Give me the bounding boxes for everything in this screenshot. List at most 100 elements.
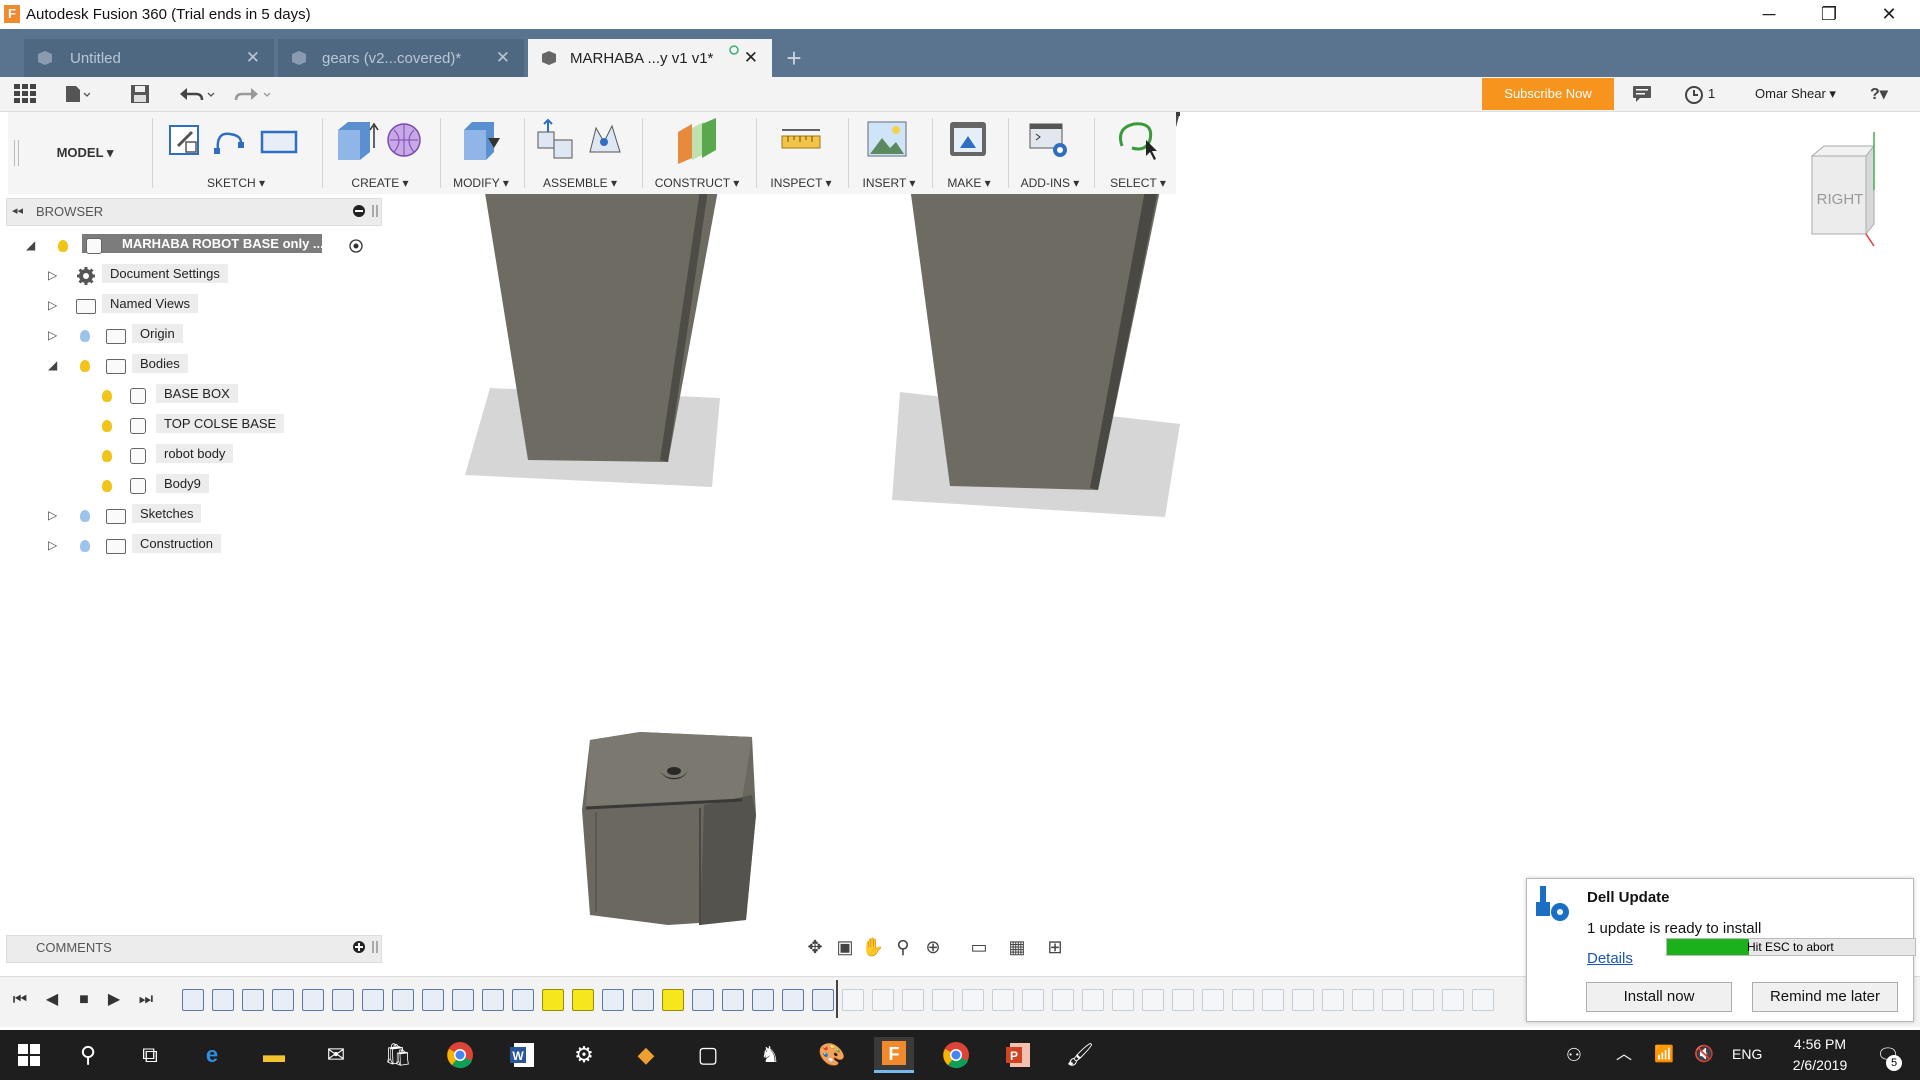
file-menu-icon[interactable] [64,84,90,104]
job-status-clock-icon[interactable] [1684,85,1704,105]
help-menu[interactable]: ?▾ [1870,84,1888,104]
app-window-icon[interactable]: ▢ [688,1037,728,1073]
timeline-feature-icon[interactable] [332,989,354,1011]
grid-settings-icon[interactable]: ▦ [1002,932,1032,962]
browser-root-component[interactable]: ◢ MARHABA ROBOT BASE only ... [22,234,372,258]
timeline-next-icon[interactable]: ▶ [102,988,126,1012]
workspace-switcher[interactable]: MODEL ▾ [30,140,140,166]
timeline-previous-icon[interactable]: ◀ [40,988,64,1012]
visibility-bulb-icon[interactable] [80,330,90,342]
people-icon[interactable]: ⚇ [1554,1037,1594,1073]
task-view-icon[interactable]: ⧉ [130,1037,170,1073]
details-link[interactable]: Details [1587,950,1633,967]
timeline-feature-icon[interactable] [362,989,384,1011]
timeline-feature-icon[interactable] [1292,989,1314,1011]
collapse-arrow-icon[interactable]: ◢ [48,358,57,372]
create-group[interactable]: CREATE ▾ [328,112,432,194]
view-cube[interactable]: RIGHT [1800,130,1890,250]
expand-arrow-icon[interactable]: ▷ [48,268,57,282]
timeline-feature-icon[interactable] [1202,989,1224,1011]
tab-marhaba[interactable]: MARHABA ...y v1 v1* ✕ [528,39,772,77]
add-ins-group[interactable]: ADD-INS ▾ [1014,112,1086,194]
timeline-feature-icon[interactable] [1172,989,1194,1011]
timeline-feature-icon[interactable] [1022,989,1044,1011]
browser-options-icon[interactable] [352,204,380,218]
timeline-feature-icon[interactable] [812,989,834,1011]
redo-icon[interactable] [232,84,272,104]
pan-hand-icon[interactable]: ✋ [858,932,888,962]
zoom-icon[interactable]: ⚲ [888,932,918,962]
save-icon[interactable] [130,84,150,104]
undo-icon[interactable] [178,84,218,104]
fit-icon[interactable]: ⊕ [918,932,948,962]
subscribe-now-button[interactable]: Subscribe Now [1482,78,1614,110]
tab-untitled[interactable]: Untitled ✕ [24,39,274,77]
timeline-feature-icon[interactable] [902,989,924,1011]
timeline-feature-icon[interactable] [662,989,684,1011]
timeline-feature-icon[interactable] [1052,989,1074,1011]
orbit-icon[interactable]: ✥ [800,932,830,962]
timeline-marker[interactable] [836,980,838,1018]
add-comment-icon[interactable] [352,940,380,954]
visibility-bulb-icon[interactable] [102,420,112,432]
timeline-feature-icon[interactable] [482,989,504,1011]
input-language[interactable]: ENG [1732,1046,1762,1062]
toolbar-grip[interactable] [14,140,19,166]
data-panel-grid-icon[interactable] [14,84,36,104]
timeline-feature-icon[interactable] [452,989,474,1011]
timeline-stop-icon[interactable]: ■ [72,988,96,1012]
remind-me-later-button[interactable]: Remind me later [1752,982,1898,1012]
install-now-button[interactable]: Install now [1586,982,1732,1012]
tab-gears[interactable]: gears (v2...covered)* ✕ [278,39,524,77]
expand-arrow-icon[interactable]: ▷ [48,328,57,342]
file-explorer-icon[interactable]: ▬ [254,1037,294,1073]
timeline-feature-icon[interactable] [392,989,414,1011]
restore-button[interactable]: ❐ [1800,0,1858,29]
timeline-feature-icon[interactable] [182,989,204,1011]
tab-close-button[interactable]: ✕ [496,48,510,68]
paint-3d-icon[interactable]: 🖌 [1060,1037,1100,1073]
timeline-first-icon[interactable]: ⏮ [8,988,32,1012]
collapse-arrow-icon[interactable]: ◢ [26,238,35,252]
volume-muted-icon[interactable]: 🔇 [1684,1037,1724,1073]
comments-panel-icon[interactable] [1632,85,1652,103]
timeline-feature-icon[interactable] [962,989,984,1011]
word-icon[interactable]: W [502,1037,542,1073]
fusion-360-taskbar-icon[interactable]: F [874,1037,914,1073]
clock-date[interactable]: 2/6/2019 [1780,1057,1860,1073]
show-hidden-icons-icon[interactable]: ︿ [1604,1037,1644,1073]
minimize-button[interactable]: ─ [1740,0,1798,29]
timeline-feature-icon[interactable] [722,989,744,1011]
user-account-menu[interactable]: Omar Shear ▾ [1755,86,1836,102]
visibility-bulb-icon[interactable] [80,360,90,372]
collapse-browser-icon[interactable]: ◂◂ [12,204,23,217]
display-settings-icon[interactable]: ▭ [964,932,994,962]
construct-group[interactable]: CONSTRUCT ▾ [648,112,746,194]
viewports-icon[interactable]: ⊞ [1040,932,1070,962]
chrome-icon-2[interactable] [936,1037,976,1073]
close-window-button[interactable]: ✕ [1860,0,1918,29]
timeline-feature-icon[interactable] [782,989,804,1011]
visibility-bulb-icon[interactable] [102,390,112,402]
search-icon[interactable]: ⚲ [68,1037,108,1073]
paint-app-icon[interactable]: 🎨 [812,1037,852,1073]
timeline-feature-icon[interactable] [1322,989,1344,1011]
timeline-feature-icon[interactable] [752,989,774,1011]
tab-close-button[interactable]: ✕ [744,48,758,68]
store-icon[interactable]: 🛍 [378,1037,418,1073]
inspect-group[interactable]: INSPECT ▾ [762,112,840,194]
timeline-feature-icon[interactable] [1082,989,1104,1011]
windows-start-icon[interactable] [18,1044,40,1066]
timeline-feature-icon[interactable] [1232,989,1254,1011]
expand-arrow-icon[interactable]: ▷ [48,298,57,312]
timeline-feature-icon[interactable] [632,989,654,1011]
visibility-bulb-icon[interactable] [102,450,112,462]
timeline-feature-icon[interactable] [422,989,444,1011]
timeline-feature-icon[interactable] [542,989,564,1011]
tab-close-button[interactable]: ✕ [246,48,260,68]
modify-group[interactable]: MODIFY ▾ [446,112,516,194]
timeline-feature-icon[interactable] [842,989,864,1011]
visibility-bulb-icon[interactable] [80,510,90,522]
clock-time[interactable]: 4:56 PM [1780,1036,1860,1052]
timeline-feature-icon[interactable] [272,989,294,1011]
